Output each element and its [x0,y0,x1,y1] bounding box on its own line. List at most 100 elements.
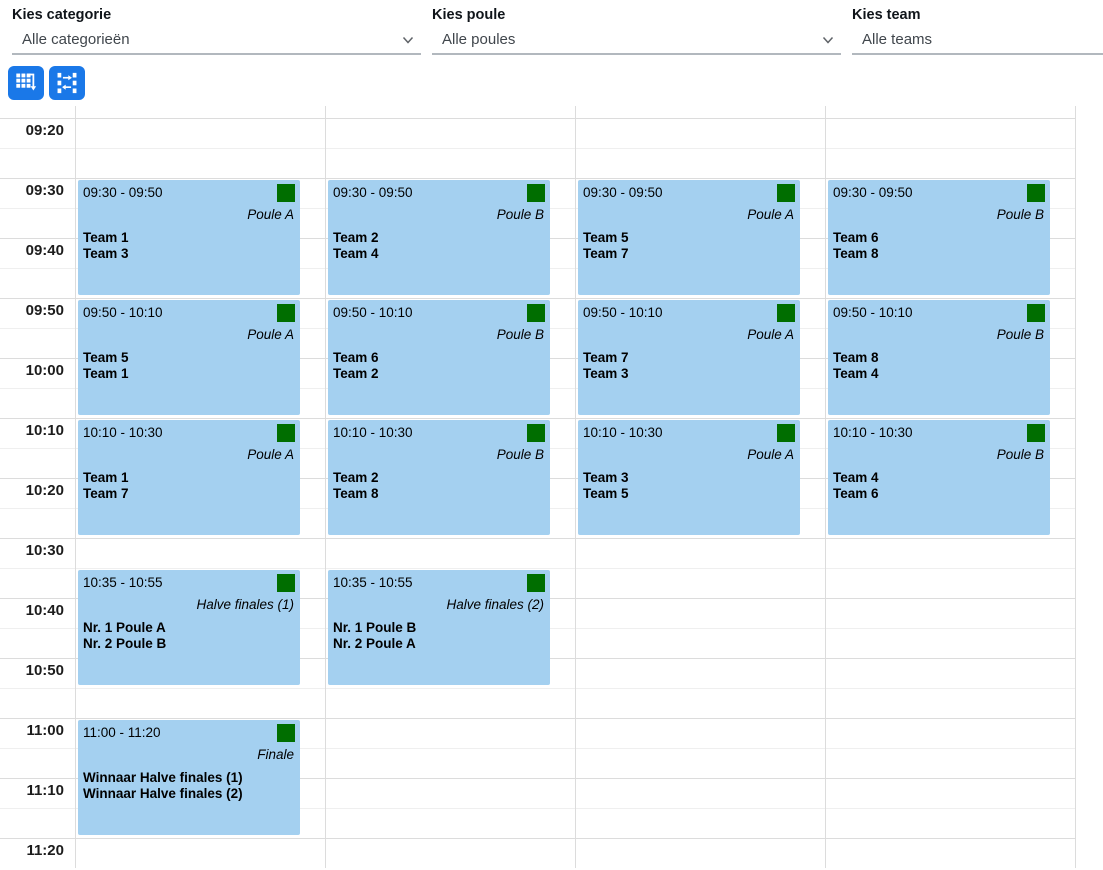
event-time: 09:30 - 09:50 [83,185,296,201]
event-card[interactable]: 09:30 - 09:50 Poule B Team 6Team 8 [828,180,1050,295]
bracket-view-button[interactable] [49,66,85,100]
slot-line [0,688,1075,689]
event-time: 10:10 - 10:30 [83,425,296,441]
slot-line [0,178,1075,179]
event-poule-label: Finale [83,747,296,763]
event-time: 09:50 - 10:10 [83,305,296,321]
event-team: Team 5 [583,486,796,502]
event-teams: Winnaar Halve finales (1)Winnaar Halve f… [83,770,296,801]
time-axis-label: 09:50 [0,303,64,318]
status-square-icon [777,424,795,442]
event-time: 09:30 - 09:50 [333,185,546,201]
event-time: 09:50 - 10:10 [333,305,546,321]
event-team: Team 8 [833,246,1046,262]
event-card[interactable]: 09:30 - 09:50Poule ATeam 1Team 3 [78,180,300,295]
event-card[interactable]: 09:50 - 10:10Poule BTeam 6Team 2 [328,300,550,415]
status-square-icon [277,184,295,202]
slot-line [0,838,1075,839]
event-poule-label: Poule B [833,207,1046,223]
team-select[interactable]: Alle teams [852,26,1103,55]
event-team: Team 1 [83,470,296,486]
bracket-swap-icon [56,72,78,94]
event-teams: Team 6Team 8 [833,230,1046,261]
event-time: 10:10 - 10:30 [333,425,546,441]
slot-line [0,118,1075,119]
slot-line [0,298,1075,299]
status-square-icon [277,304,295,322]
status-square-icon [527,184,545,202]
event-team: Team 5 [583,230,796,246]
status-square-icon [277,424,295,442]
event-card[interactable]: 10:10 - 10:30 Poule B Team 2Team 8 [328,420,550,535]
event-team: Team 4 [333,246,546,262]
event-teams: Team 8Team 4 [833,350,1046,381]
slot-line [0,418,1075,419]
status-square-icon [527,574,545,592]
event-card[interactable]: 10:35 - 10:55Halve finales (1)Nr. 1 Poul… [78,570,300,685]
event-card[interactable]: 10:10 - 10:30Poule BTeam 4Team 6 [828,420,1050,535]
event-time: 10:35 - 10:55 [333,575,546,591]
event-poule-label: Poule A [583,447,796,463]
event-team: Team 7 [583,246,796,262]
event-poule-label: Poule B [833,447,1046,463]
event-poule-label: Poule B [333,447,546,463]
categorie-select-value: Alle categorieën [22,31,130,48]
time-axis-label: 09:30 [0,183,64,198]
event-teams: Nr. 1 Poule ANr. 2 Poule B [83,620,296,651]
event-teams: Team 5Team 7 [583,230,796,261]
event-poule-label: Poule B [833,327,1046,343]
status-square-icon [777,184,795,202]
event-team: Team 8 [333,486,546,502]
time-axis-label: 10:50 [0,663,64,678]
event-teams: Team 1Team 3 [83,230,296,261]
event-card[interactable]: 10:10 - 10:30Poule ATeam 1Team 7 [78,420,300,535]
poule-select[interactable]: Alle poules [432,26,841,55]
slot-line [0,538,1075,539]
event-card[interactable]: 09:50 - 10:10Poule BTeam 8Team 4 [828,300,1050,415]
schedule-grid: 09:2009:3009:4009:5010:0010:1010:2010:30… [0,106,1103,868]
event-card[interactable]: 09:50 - 10:10 Poule A Team 5Team 1 [78,300,300,415]
event-teams: Team 5Team 1 [83,350,296,381]
event-teams: Nr. 1 Poule BNr. 2 Poule A [333,620,546,651]
event-team: Team 2 [333,470,546,486]
filter-poule: Kies poule Alle poules [432,7,841,55]
event-time: 09:30 - 09:50 [583,185,796,201]
time-axis-label: 10:10 [0,423,64,438]
filter-categorie-label: Kies categorie [12,7,421,23]
event-team: Nr. 2 Poule B [83,636,296,652]
event-time: 09:30 - 09:50 [833,185,1046,201]
time-axis-label: 09:40 [0,243,64,258]
event-teams: Team 7Team 3 [583,350,796,381]
time-axis-label: 10:20 [0,483,64,498]
event-team: Team 5 [83,350,296,366]
event-team: Team 7 [83,486,296,502]
event-team: Team 3 [583,470,796,486]
event-team: Team 1 [83,366,296,382]
event-team: Nr. 1 Poule A [83,620,296,636]
event-poule-label: Halve finales (1) [83,597,296,613]
column-line [575,106,576,868]
event-team: Team 6 [833,486,1046,502]
categorie-select[interactable]: Alle categorieën [12,26,421,55]
status-square-icon [1027,184,1045,202]
event-card[interactable]: 11:00 - 11:20FinaleWinnaar Halve finales… [78,720,300,835]
event-card[interactable]: 10:35 - 10:55Halve finales (2)Nr. 1 Poul… [328,570,550,685]
slot-line [0,148,1075,149]
event-card[interactable]: 09:30 - 09:50Poule ATeam 5Team 7 [578,180,800,295]
chevron-down-icon [821,33,835,47]
event-teams: Team 2Team 4 [333,230,546,261]
event-teams: Team 2Team 8 [333,470,546,501]
status-square-icon [527,424,545,442]
view-toolbar [8,66,1103,100]
event-team: Team 6 [833,230,1046,246]
event-card[interactable]: 09:30 - 09:50Poule BTeam 2Team 4 [328,180,550,295]
event-team: Nr. 1 Poule B [333,620,546,636]
event-poule-label: Poule A [83,327,296,343]
event-teams: Team 3Team 5 [583,470,796,501]
event-card[interactable]: 09:50 - 10:10Poule ATeam 7Team 3 [578,300,800,415]
grid-view-button[interactable] [8,66,44,100]
filter-poule-label: Kies poule [432,7,841,23]
status-square-icon [277,724,295,742]
event-poule-label: Poule A [583,327,796,343]
event-card[interactable]: 10:10 - 10:30Poule ATeam 3Team 5 [578,420,800,535]
